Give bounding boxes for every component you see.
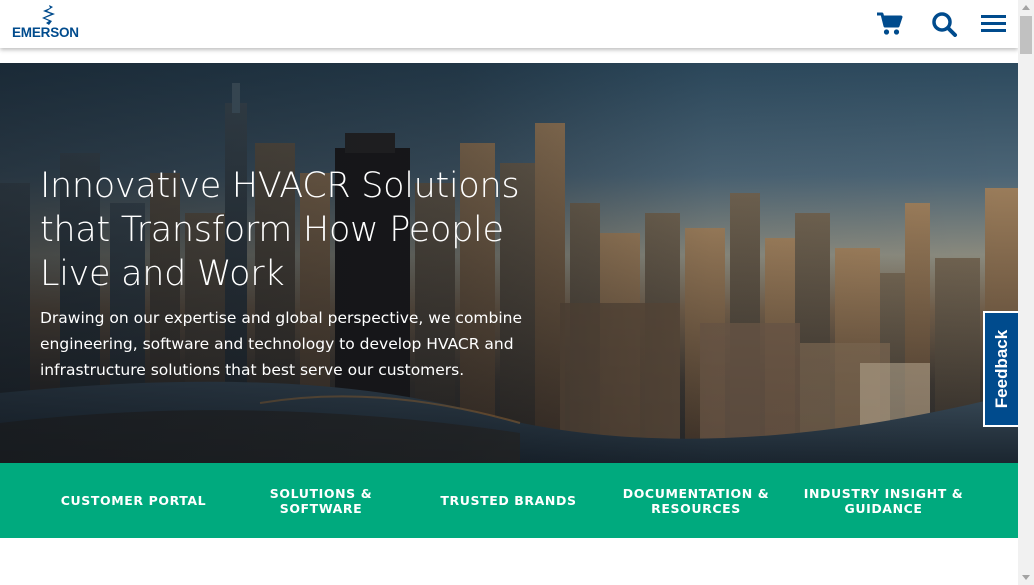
emerson-logo-text: EMERSON	[12, 25, 79, 40]
feedback-label: Feedback	[991, 329, 1011, 409]
search-icon[interactable]	[931, 11, 959, 37]
hamburger-menu-icon[interactable]	[980, 11, 1008, 37]
page-scrollbar[interactable]	[1018, 0, 1034, 585]
scroll-up-arrow-icon[interactable]	[1018, 0, 1034, 16]
hero-banner: Innovative HVACR Solutions that Transfor…	[0, 63, 1018, 463]
nav-trusted-brands[interactable]: TRUSTED BRANDS	[420, 463, 597, 538]
quick-links-band: CUSTOMER PORTAL SOLUTIONS & SOFTWARE TRU…	[0, 463, 1018, 538]
hero-title: Innovative HVACR Solutions that Transfor…	[40, 166, 520, 294]
hero-description: Drawing on our expertise and global pers…	[40, 309, 523, 379]
nav-documentation-resources[interactable]: DOCUMENTATION & RESOURCES	[614, 463, 778, 538]
page: EMERSON Innovative HVACR Solutions that …	[0, 0, 1018, 585]
nav-industry-insight-guidance[interactable]: INDUSTRY INSIGHT & GUIDANCE	[800, 463, 967, 538]
emerson-logo-mark	[42, 5, 55, 25]
cart-icon[interactable]	[876, 11, 904, 37]
scrollbar-thumb[interactable]	[1020, 16, 1032, 54]
feedback-tab[interactable]: Feedback	[983, 311, 1018, 427]
site-header: EMERSON	[0, 0, 1018, 48]
scroll-down-arrow-icon[interactable]	[1018, 569, 1034, 585]
emerson-logo[interactable]: EMERSON	[10, 5, 92, 41]
nav-solutions-software[interactable]: SOLUTIONS & SOFTWARE	[246, 463, 396, 538]
nav-customer-portal[interactable]: CUSTOMER PORTAL	[40, 463, 227, 538]
